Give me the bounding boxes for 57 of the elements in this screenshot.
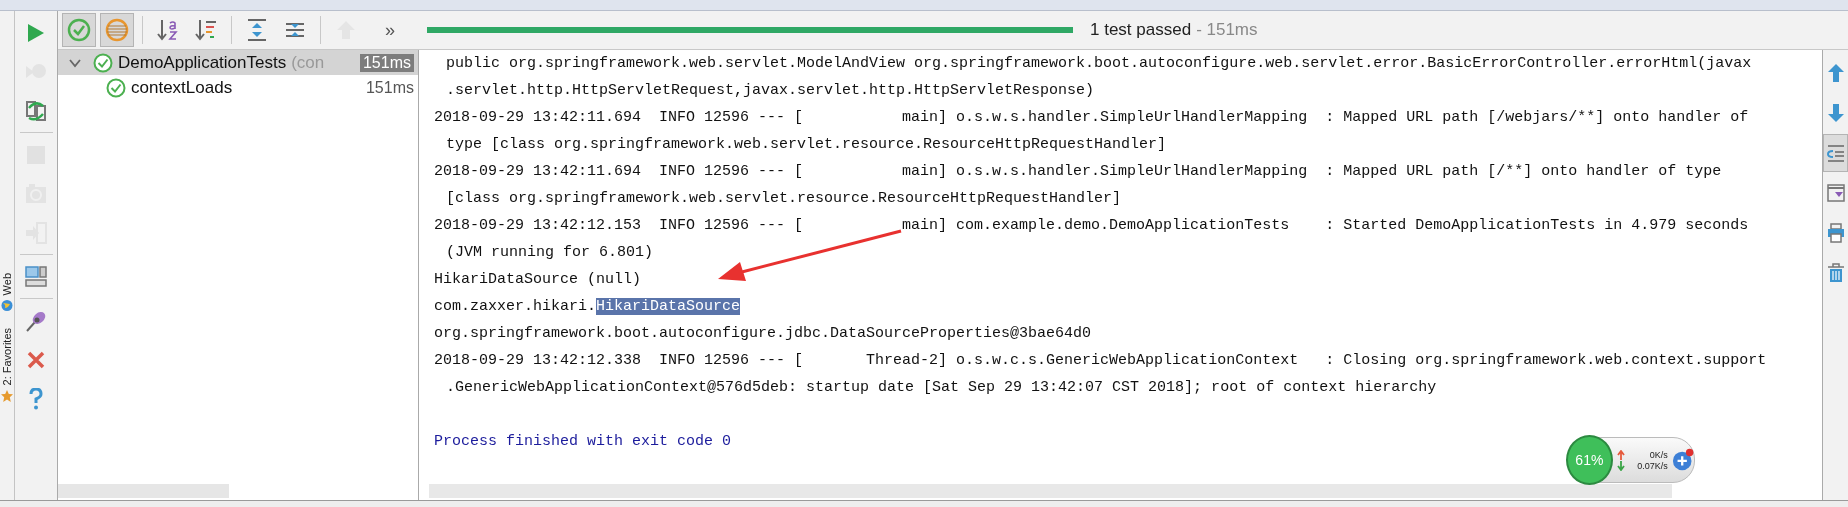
plus-icon[interactable] [1671,448,1694,472]
trash-icon[interactable] [1826,263,1845,283]
console-line: com.zaxxer.hikari.HikariDataSource [434,298,741,315]
sync-icon[interactable] [25,99,47,122]
console-line: 2018-09-29 13:42:11.694 INFO 12596 --- [ main] o.s.w.s.handler.SimpleUrlHandlerMapping : Mapped URL path [/webjars/**] onto handler of [434,109,1749,126]
console-line: public org.springframework.web.servlet.ModelAndView org.springframework.boot.autoconfigure.web.servlet.error.BasicErrorController.errorHtml(javax [446,55,1752,72]
up-arrow-icon[interactable] [1826,63,1845,83]
console-line: type [class org.springframework.web.servlet.resource.ResourceHttpRequestHandler] [446,136,1167,153]
check-circle-icon [67,18,91,42]
show-ignored-toggle[interactable] [100,13,134,47]
test-row[interactable]: DemoApplicationTests (con 151ms [58,50,418,75]
test-name: DemoApplicationTests [118,52,287,73]
scrollbar[interactable] [58,484,229,498]
sort-duration-icon [194,18,218,42]
help-icon[interactable] [29,387,43,410]
console-line: .GenericWebApplicationContext@576d5deb: startup date [Sat Sep 29 13:42:07 CST 2018]; root of context hierarchy [446,379,1437,396]
test-name: contextLoads [131,77,233,98]
usage-percent: 61% [1575,452,1604,468]
sort-alpha-icon [156,18,180,42]
console-line: 2018-09-29 13:42:12.153 INFO 12596 --- [ main] com.example.demo.DemoApplicationTests : Started DemoApplicationTests in 4.979 seconds [434,217,1749,234]
overflow-chevron[interactable]: » [385,19,395,41]
console-line: Process finished with exit code 0 [434,433,732,450]
expand-all-icon [245,18,269,42]
test-detail: (con [291,52,325,73]
test-time: 151ms [359,53,414,72]
scroll-end-icon[interactable] [1826,183,1845,203]
test-duration: - 151ms [1196,20,1258,40]
striped-circle-icon [105,18,129,42]
console-line: [class org.springframework.web.servlet.resource.ResourceHttpRequestHandler] [446,190,1122,207]
side-tab[interactable]: 2: Favorites [0,328,14,386]
test-status: 1 test passed [1090,20,1192,40]
side-tab[interactable]: Web [0,273,14,296]
close-icon[interactable] [27,350,45,369]
download-arrow-icon [1616,460,1625,471]
pin-icon[interactable] [25,309,47,332]
show-passed-toggle[interactable] [62,13,96,47]
down-arrow-icon[interactable] [1826,103,1845,123]
wrap-icon[interactable] [1826,143,1845,163]
run-icon[interactable] [27,22,45,43]
console-line: HikariDataSource (null) [434,271,642,288]
check-circle-icon [106,77,126,98]
upload-arrow-icon [1616,449,1625,460]
console-line: 2018-09-29 13:42:11.694 INFO 12596 --- [ main] o.s.w.s.handler.SimpleUrlHandlerMapping : Mapped URL path [/**] onto handler of type [434,163,1722,180]
star-icon [1,389,13,402]
download-rate: 0.07K/s [1636,460,1668,471]
globe-icon [1,299,13,313]
scrollbar[interactable] [429,484,1672,498]
print-icon[interactable] [1826,223,1845,243]
upload-rate: 0K/s [1648,449,1668,460]
test-time: 151ms [365,78,414,97]
console-line: .servlet.http.HttpServletRequest,javax.servlet.http.HttpServletResponse) [446,82,1095,99]
layout-icon[interactable] [25,265,47,288]
test-row[interactable]: contextLoads 151ms [58,75,418,100]
console-line: (JVM running for 6.801) [446,244,654,261]
console-line: org.springframework.boot.autoconfigure.jdbc.DataSourceProperties@3bae64d0 [434,325,1092,342]
console-line: 2018-09-29 13:42:12.338 INFO 12596 --- [ Thread-2] o.s.w.c.s.GenericWebApplicationContext : Closing org.springframework.web.context.support [434,352,1767,369]
check-circle-icon [93,52,113,73]
